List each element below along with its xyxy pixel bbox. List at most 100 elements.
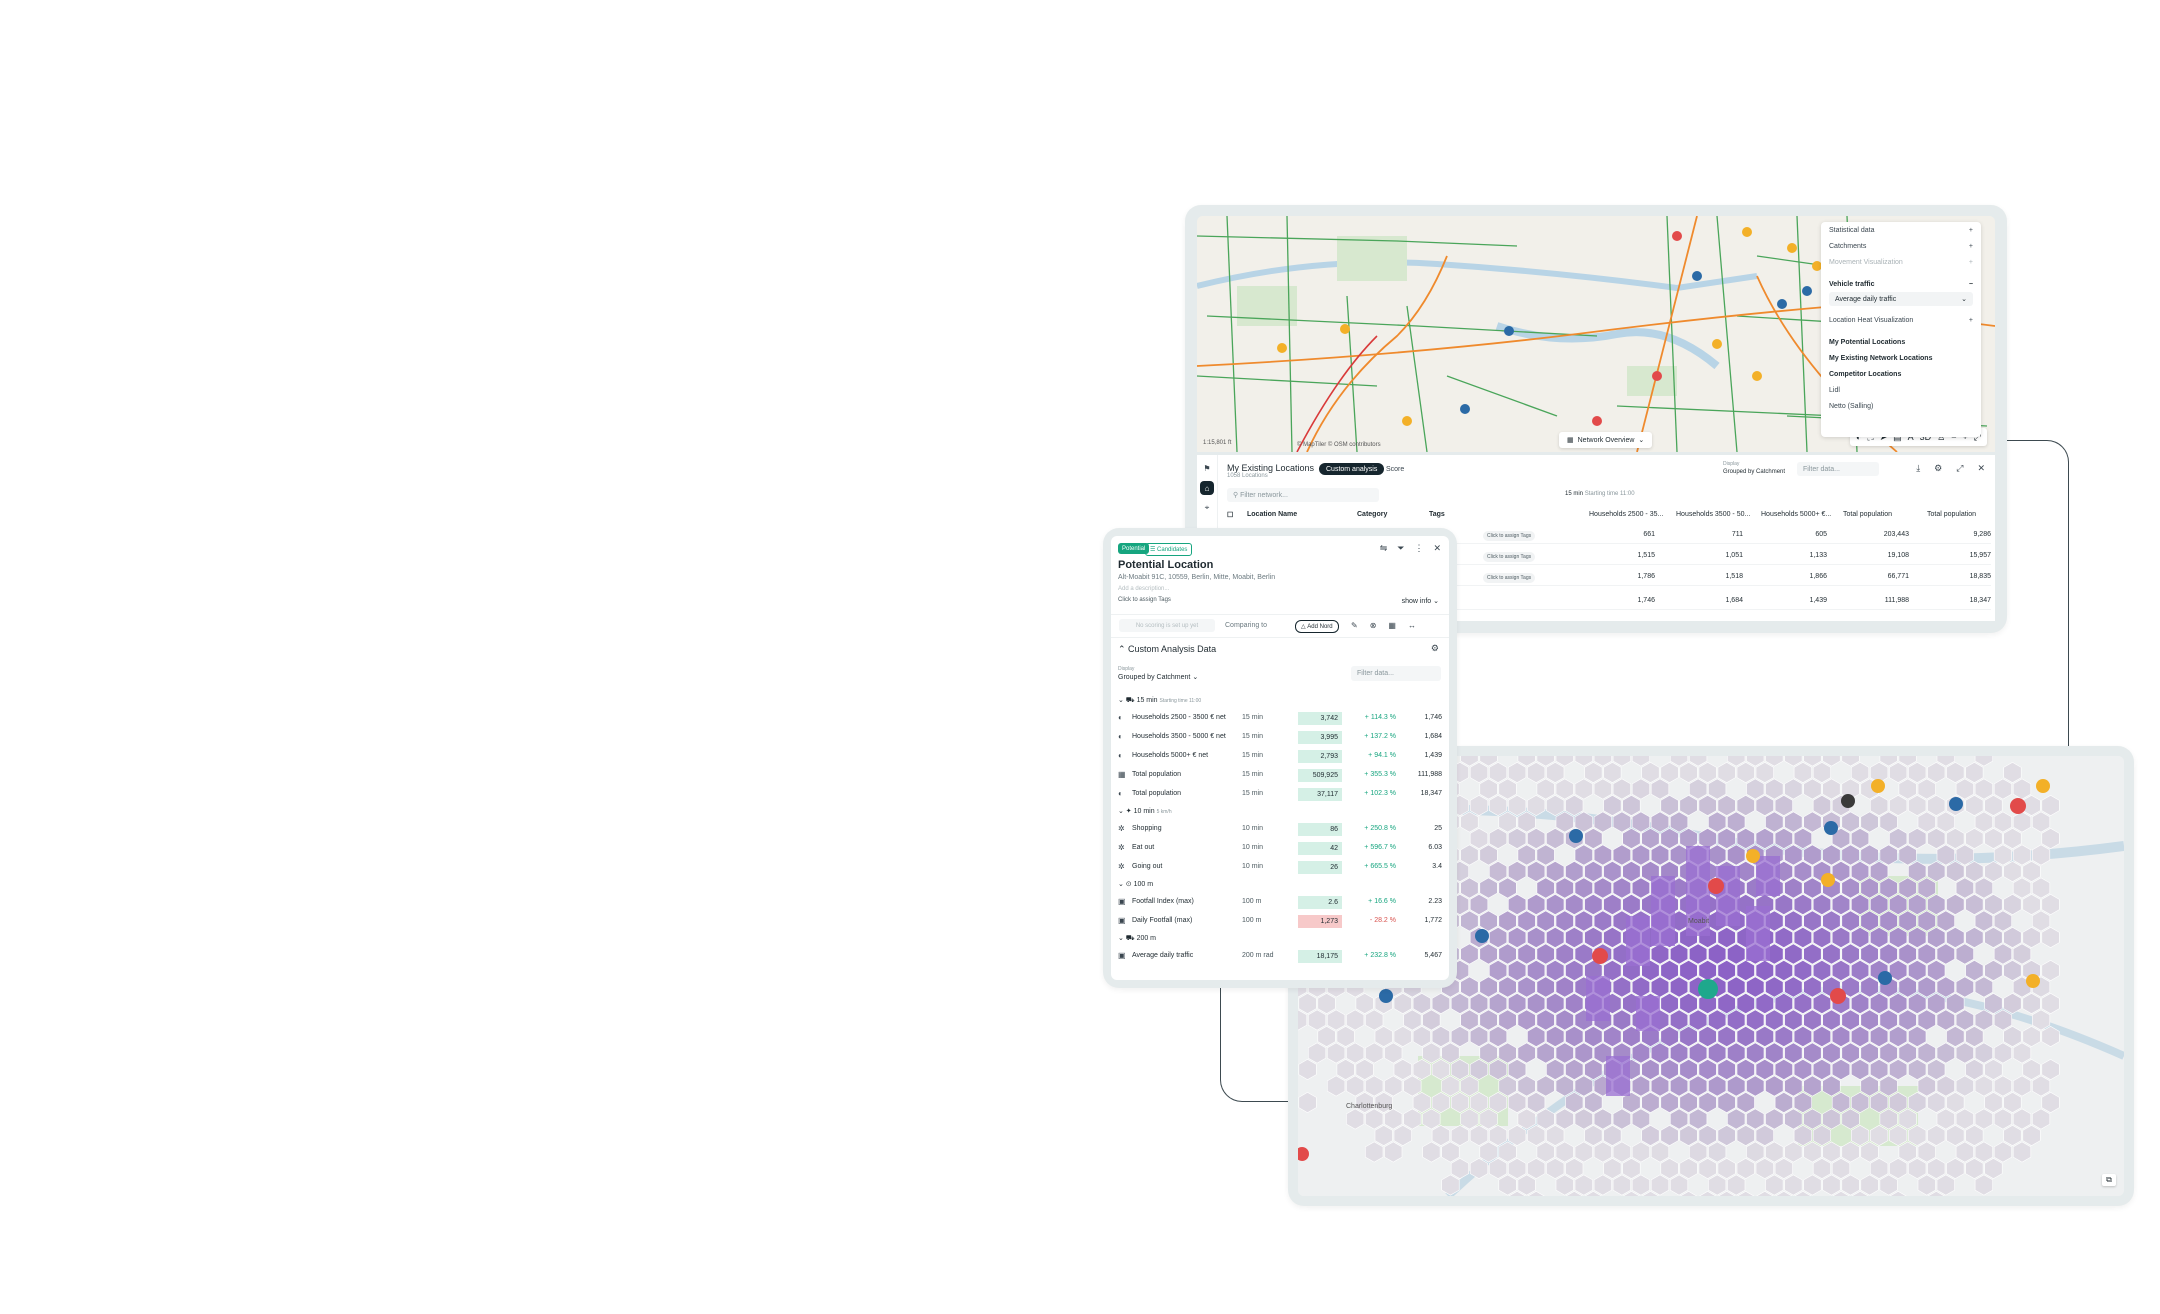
col-tags[interactable]: Tags <box>1429 511 1445 518</box>
metric-value: 26 <box>1298 861 1342 874</box>
metric-icon: ✲ <box>1118 824 1125 833</box>
edit-icon[interactable]: ✎ <box>1351 621 1358 630</box>
metric-row[interactable]: ▣ Average daily traffic 200 m rad 18,175 + 2… <box>1118 948 1442 965</box>
flag-icon[interactable]: ⚑ <box>1200 461 1214 475</box>
metric-compare-value: 18,347 <box>1420 790 1442 797</box>
scoring-input[interactable]: No scoring is set up yet <box>1119 619 1215 632</box>
display-select[interactable]: Grouped by Catchment <box>1723 469 1785 475</box>
table-subtitle: 1058 Locations <box>1227 473 1268 479</box>
col-households-5000[interactable]: Households 5000+ €... <box>1761 511 1831 518</box>
section-header[interactable]: ⌃ Custom Analysis Data <box>1118 644 1216 655</box>
metric-row[interactable]: ◐ Households 5000+ € net 15 min 2,793 + 94.1… <box>1118 748 1442 765</box>
metric-value: 1,273 <box>1298 915 1342 928</box>
vehicle-traffic-select[interactable]: Average daily traffic ⌄ <box>1829 292 1973 306</box>
gear-icon[interactable]: ⚙ <box>1934 463 1942 474</box>
layer-movement-visualization[interactable]: Movement Visualization + <box>1821 254 1981 270</box>
filter-icon[interactable]: ⏷ <box>1397 543 1404 554</box>
metric-row[interactable]: ✲ Going out 10 min 26 + 665.5 % 3.4 <box>1118 859 1442 876</box>
gear-icon[interactable]: ⚙ <box>1431 643 1439 654</box>
chevron-down-icon: ⌄ ⊙ <box>1118 881 1134 888</box>
assign-tags-button[interactable]: Click to assign Tags <box>1118 597 1171 603</box>
close-icon[interactable]: ✕ <box>1433 543 1441 554</box>
tab-custom-analysis[interactable]: Custom analysis <box>1319 463 1385 475</box>
close-icon[interactable]: ✕ <box>1977 463 1985 474</box>
layer-vehicle-traffic[interactable]: Vehicle traffic − <box>1821 276 1981 292</box>
catchment-group-label: 10 min <box>1133 808 1155 815</box>
metric-change: + 137.2 % <box>1364 733 1396 740</box>
col-category[interactable]: Category <box>1357 511 1387 518</box>
hexagon-tower <box>1606 1056 1630 1096</box>
add-nord-button[interactable]: △ Add Nord <box>1295 620 1339 633</box>
layer-catchments[interactable]: Catchments + <box>1821 238 1981 254</box>
metric-catchment: 10 min <box>1242 863 1264 870</box>
street-map[interactable]: 1:15,801 ft © MapTiler © OSM contributor… <box>1197 216 1995 452</box>
layer-competitor-lidl[interactable]: Lidl <box>1821 382 1981 398</box>
metric-row[interactable]: ▣ Footfall Index (max) 100 m 2.6 + 16.6 % 2.2… <box>1118 894 1442 911</box>
catchment-group-header[interactable]: ⌄ ⛟ 200 m <box>1118 934 1156 943</box>
metric-compare-value: 1,684 <box>1424 733 1442 740</box>
more-icon[interactable]: ⋮ <box>1414 543 1423 554</box>
expand-icon[interactable]: ⤢ <box>1956 463 1963 474</box>
metric-row[interactable]: ◐ Households 3500 - 5000 € net 15 min 3,995… <box>1118 729 1442 746</box>
metric-row[interactable]: ◐ Total population 15 min 37,117 + 102.3 % 18… <box>1118 786 1442 803</box>
catchment-group-header[interactable]: ⌄ ⛟ 15 min Starting time 11:00 <box>1118 696 1201 705</box>
metric-change: - 28.2 % <box>1369 917 1396 924</box>
description-input[interactable]: Add a description... <box>1118 586 1169 592</box>
layer-group-potential[interactable]: My Potential Locations <box>1821 334 1981 350</box>
tab-score[interactable]: Score <box>1379 463 1411 475</box>
metric-row[interactable]: ◐ Households 2500 - 3500 € net 15 min 3,742… <box>1118 710 1442 727</box>
comparing-to-label: Comparing to <box>1225 622 1268 629</box>
metric-value: 3,742 <box>1298 712 1342 725</box>
metric-icon: ▣ <box>1118 916 1126 925</box>
table-cell: 1,786 <box>1637 573 1655 580</box>
pin-icon[interactable]: ⌖ <box>1200 501 1214 515</box>
table-filter-input[interactable]: Filter data... <box>1797 462 1879 476</box>
layer-heat-visualization[interactable]: Location Heat Visualization + <box>1821 312 1981 328</box>
layer-group-competitor[interactable]: Competitor Locations <box>1821 366 1981 382</box>
assign-tags-button[interactable]: Click to assign Tags <box>1483 552 1536 562</box>
assign-tags-button[interactable]: Click to assign Tags <box>1483 531 1536 541</box>
metric-row[interactable]: ✲ Shopping 10 min 86 + 250.8 % 25 <box>1118 821 1442 838</box>
table-cell: 661 <box>1643 531 1655 538</box>
catchment-group-header[interactable]: ⌄ ⊙ 100 m <box>1118 880 1153 888</box>
layer-group-existing[interactable]: My Existing Network Locations <box>1821 350 1981 366</box>
compare-icon[interactable]: ⊗ <box>1370 621 1377 630</box>
collapse-icon[interactable]: ↔ <box>1408 621 1416 630</box>
screenshot-icon[interactable]: ⧉ <box>2102 1174 2116 1186</box>
metric-name: Households 2500 - 3500 € net <box>1132 714 1226 721</box>
catchment-group-label: 200 m <box>1136 935 1157 942</box>
data-filter-input[interactable]: Filter data... <box>1351 666 1441 681</box>
candidates-tag: ☰ Candidates <box>1145 543 1193 556</box>
table-icon[interactable]: ▦ <box>1388 621 1396 630</box>
connector-line-right <box>2003 440 2069 747</box>
filter-icon: ⚲ <box>1233 492 1241 499</box>
hexagon-tower <box>1716 866 1740 926</box>
layer-statistical-data[interactable]: Statistical data + <box>1821 222 1981 238</box>
metric-row[interactable]: ✲ Eat out 10 min 42 + 596.7 % 6.03 <box>1118 840 1442 857</box>
network-overview-button[interactable]: ▦ Network Overview ⌄ <box>1559 432 1653 448</box>
select-all-checkbox[interactable]: ☐ <box>1227 511 1233 519</box>
metric-row[interactable]: ▣ Daily Footfall (max) 100 m 1,273 - 28.2 % 1… <box>1118 913 1442 930</box>
show-info-toggle[interactable]: show info ⌄ <box>1402 597 1439 605</box>
col-households-3500[interactable]: Households 3500 - 50... <box>1676 511 1750 518</box>
layers-panel: Statistical data + Catchments + Movement V… <box>1821 222 1981 437</box>
metric-change: + 102.3 % <box>1364 790 1396 797</box>
assign-tags-button[interactable]: Click to assign Tags <box>1483 573 1536 583</box>
metric-row[interactable]: ▦ Total population 15 min 509,925 + 355.3 % 1… <box>1118 767 1442 784</box>
col-location-name[interactable]: Location Name <box>1247 511 1297 518</box>
store-icon[interactable]: ⌂ <box>1200 481 1214 495</box>
hexagon-tower <box>1636 996 1660 1031</box>
route-icon[interactable]: ⇋ <box>1380 543 1388 554</box>
metric-catchment: 10 min <box>1242 844 1264 851</box>
download-icon[interactable]: ⤓ <box>1916 463 1920 474</box>
grid-icon: ▦ <box>1567 437 1574 444</box>
col-households-2500[interactable]: Households 2500 - 35... <box>1589 511 1663 518</box>
col-total-population-2[interactable]: Total population <box>1927 511 1976 518</box>
catchment-group-label: 15 min Starting time 11:00 <box>1565 491 1635 497</box>
metric-change: + 114.3 % <box>1364 714 1396 721</box>
catchment-group-header[interactable]: ⌄ ✦ 10 min 5 km/h <box>1118 807 1172 815</box>
network-filter-input[interactable]: ⚲ Filter network... <box>1227 488 1379 502</box>
display-select[interactable]: Grouped by Catchment ⌄ <box>1118 673 1198 681</box>
layer-competitor-netto[interactable]: Netto (Salling) <box>1821 398 1981 414</box>
col-total-population-1[interactable]: Total population <box>1843 511 1892 518</box>
